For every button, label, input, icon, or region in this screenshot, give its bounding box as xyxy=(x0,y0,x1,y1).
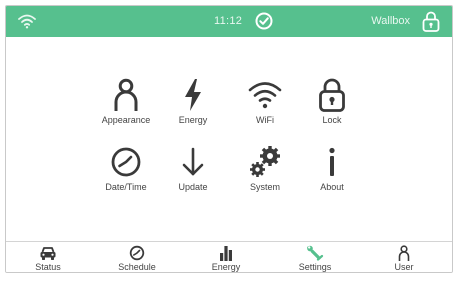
nav-status-label: Status xyxy=(35,262,61,272)
appearance-label: Appearance xyxy=(101,115,151,125)
person-icon xyxy=(114,78,138,111)
lock-label: Lock xyxy=(322,115,342,125)
wrench-icon xyxy=(307,245,324,261)
nav-energy[interactable]: Energy xyxy=(190,242,262,272)
person-icon xyxy=(398,245,410,261)
energy-label: Energy xyxy=(178,115,208,125)
clock-icon xyxy=(129,245,145,261)
bottom-navigation: Status Schedule Energy Settings User xyxy=(6,241,452,272)
clock-time: 11:12 xyxy=(214,15,243,27)
lock-icon xyxy=(319,78,345,112)
nav-user-label: User xyxy=(394,262,414,272)
nav-schedule-label: Schedule xyxy=(118,262,156,272)
update-button[interactable]: Update xyxy=(160,145,226,201)
lightning-bolt-icon xyxy=(185,79,201,111)
gears-icon xyxy=(250,146,280,177)
status-bar: 11:12 Wallbox xyxy=(6,6,452,37)
nav-schedule[interactable]: Schedule xyxy=(101,242,173,272)
about-button[interactable]: About xyxy=(299,145,365,201)
wifi-button[interactable]: WiFi xyxy=(232,78,298,134)
arrow-down-icon xyxy=(182,147,204,176)
date-time-button[interactable]: Date/Time xyxy=(93,145,159,201)
charger-screen: 11:12 Wallbox Appearance Energy WiFi Loc… xyxy=(5,5,453,273)
nav-status[interactable]: Status xyxy=(12,242,84,272)
car-icon xyxy=(40,247,56,260)
nav-settings[interactable]: Settings xyxy=(279,242,351,272)
info-icon xyxy=(329,147,335,176)
device-name: Wallbox xyxy=(371,15,410,27)
system-label: System xyxy=(249,182,280,192)
wifi-label: WiFi xyxy=(256,115,274,125)
update-label: Update xyxy=(178,182,208,192)
bar-chart-icon xyxy=(220,246,232,261)
wifi-icon xyxy=(18,14,36,29)
check-circle-icon xyxy=(255,12,273,30)
nav-user[interactable]: User xyxy=(368,242,440,272)
nav-settings-label: Settings xyxy=(298,262,332,272)
lock-icon[interactable] xyxy=(422,11,440,32)
appearance-button[interactable]: Appearance xyxy=(93,78,159,134)
about-label: About xyxy=(320,182,344,192)
date-time-label: Date/Time xyxy=(105,182,147,192)
nav-energy-label: Energy xyxy=(211,262,241,272)
lock-button[interactable]: Lock xyxy=(299,78,365,134)
wifi-icon xyxy=(248,82,282,109)
system-button[interactable]: System xyxy=(232,145,298,201)
clock-icon xyxy=(111,147,141,177)
energy-button[interactable]: Energy xyxy=(160,78,226,134)
